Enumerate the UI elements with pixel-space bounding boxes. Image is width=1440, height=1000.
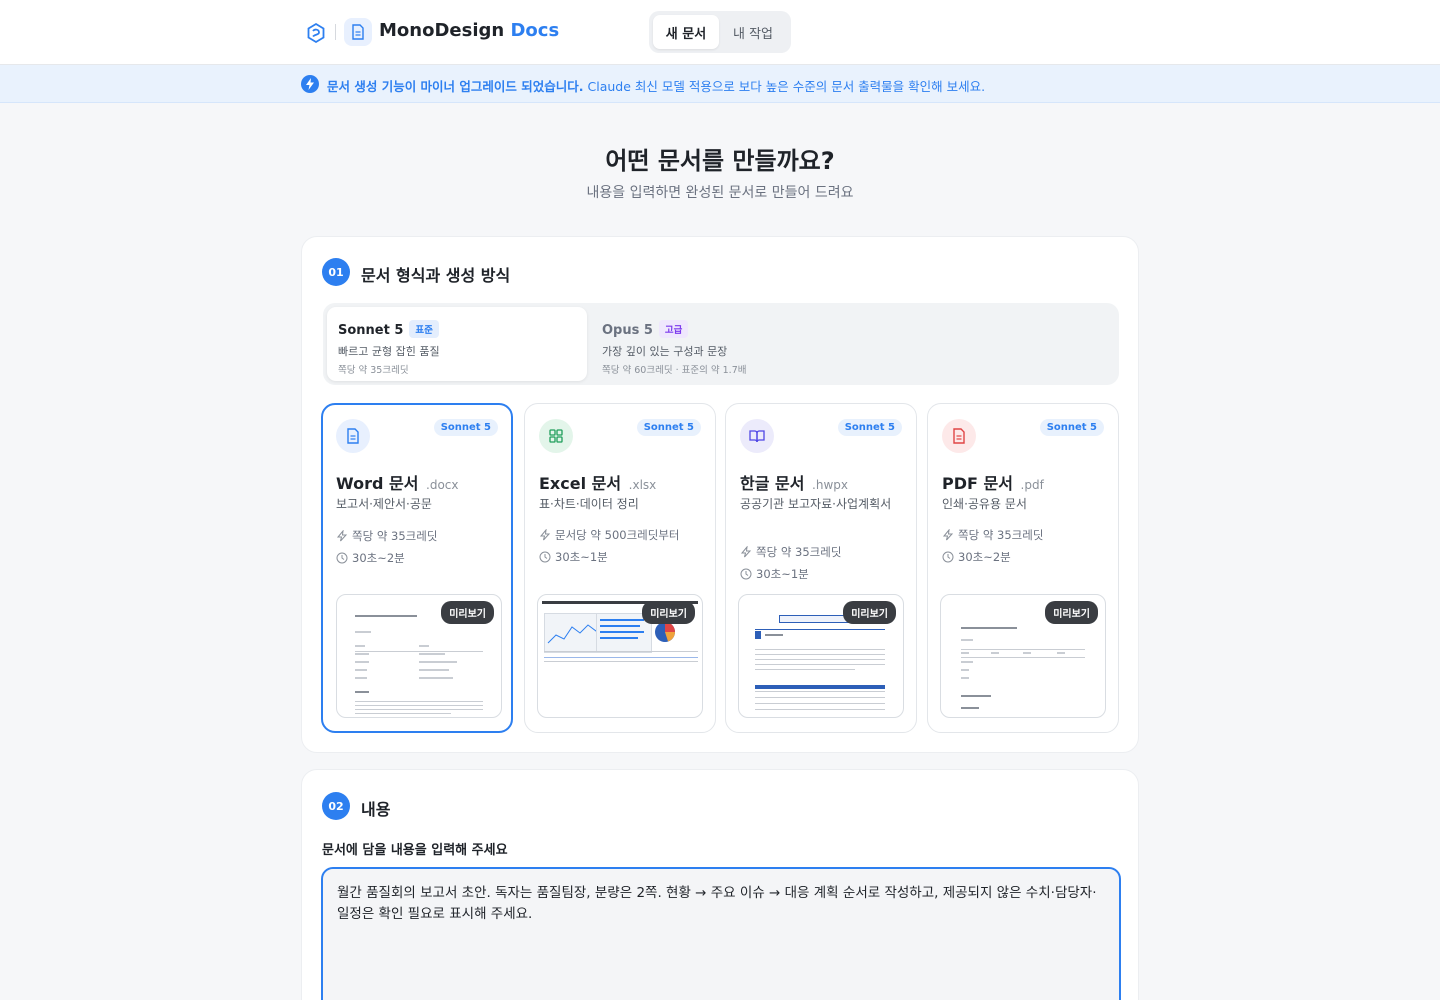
brand-divider — [335, 24, 336, 40]
format-title-text: Excel 문서 — [539, 474, 622, 493]
section-title: 문서 형식과 생성 방식 — [361, 266, 511, 285]
model-name: Sonnet 5 — [338, 323, 404, 338]
step-badge: 02 — [322, 792, 350, 820]
banner-text: 문서 생성 기능이 마이너 업그레이드 되었습니다. Claude 최신 모델 … — [327, 76, 985, 95]
preview-thumbnail[interactable]: 미리보기 — [738, 594, 904, 718]
model-credit: 쪽당 약 60크레딧 · 표준의 약 1.7배 — [602, 365, 747, 376]
credit-text: 쪽당 약 35크레딧 — [756, 545, 842, 559]
format-extension: .hwpx — [812, 478, 848, 492]
model-pill: Sonnet 5 — [1039, 419, 1104, 436]
model-desc: 빠르고 균형 잡힌 품질 — [338, 345, 440, 358]
format-desc: 공공기관 보고자료·사업계획서 — [740, 497, 892, 511]
credit-meta: 쪽당 약 35크레딧 — [336, 528, 437, 544]
format-desc: 인쇄·공유용 문서 — [942, 497, 1027, 511]
page-title: 어떤 문서를 만들까요? — [605, 147, 835, 175]
content-section: 02 내용 문서에 담을 내용을 입력해 주세요 월간 품질회의 보고서 초안.… — [301, 769, 1139, 1000]
tab-my-work[interactable]: 내 작업 — [719, 15, 787, 49]
preview-button[interactable]: 미리보기 — [1045, 601, 1098, 624]
credit-text: 문서당 약 500크레딧부터 — [555, 528, 680, 542]
credit-meta: 문서당 약 500크레딧부터 — [539, 527, 679, 543]
format-title-text: Word 문서 — [336, 474, 419, 493]
time-text: 30초~1분 — [756, 567, 809, 581]
book-icon — [740, 419, 774, 453]
model-option-opus[interactable]: Opus 5 고급 가장 깊이 있는 구성과 문장 쪽당 약 60크레딧 · 표준… — [591, 307, 1111, 381]
time-meta: 30초~2분 — [942, 549, 1011, 565]
brand-name-accent: Docs — [510, 20, 560, 41]
preview-button[interactable]: 미리보기 — [441, 601, 494, 624]
format-card-pdf[interactable]: Sonnet 5 PDF 문서 .pdf 인쇄·공유용 문서 쪽당 약 35크레… — [927, 403, 1119, 733]
model-credit: 쪽당 약 35크레딧 — [338, 365, 409, 376]
clock-icon — [740, 568, 752, 580]
model-pill: Sonnet 5 — [433, 419, 498, 436]
bolt-icon — [539, 529, 551, 541]
preview-thumbnail[interactable]: 미리보기 — [537, 594, 703, 718]
model-option-sonnet[interactable]: Sonnet 5 표준 빠르고 균형 잡힌 품질 쪽당 약 35크레딧 — [327, 307, 587, 381]
credit-meta: 쪽당 약 35크레딧 — [740, 544, 841, 560]
announcement-banner: 문서 생성 기능이 마이너 업그레이드 되었습니다. Claude 최신 모델 … — [0, 65, 1440, 103]
page-subtitle: 내용을 입력하면 완성된 문서로 만들어 드려요 — [586, 185, 854, 201]
format-extension: .pdf — [1020, 478, 1044, 492]
pdf-icon — [942, 419, 976, 453]
tab-new-document[interactable]: 새 문서 — [653, 15, 719, 49]
model-desc: 가장 깊이 있는 구성과 문장 — [602, 345, 728, 358]
document-icon — [344, 18, 372, 46]
credit-meta: 쪽당 약 35크레딧 — [942, 527, 1043, 543]
preview-thumbnail[interactable]: 미리보기 — [940, 594, 1106, 718]
format-desc: 표·차트·데이터 정리 — [539, 497, 639, 511]
content-field-label: 문서에 담을 내용을 입력해 주세요 — [322, 843, 508, 858]
model-pill: Sonnet 5 — [636, 419, 701, 436]
format-title: Excel 문서 .xlsx — [539, 470, 656, 494]
format-extension: .xlsx — [628, 478, 657, 492]
preview-button[interactable]: 미리보기 — [843, 601, 896, 624]
time-text: 30초~2분 — [958, 550, 1011, 564]
bolt-icon — [336, 530, 348, 542]
credit-text: 쪽당 약 35크레딧 — [352, 529, 438, 543]
time-meta: 30초~1분 — [539, 549, 608, 565]
format-desc: 보고서·제안서·공문 — [336, 497, 432, 511]
document-icon — [336, 419, 370, 453]
bolt-icon — [942, 529, 954, 541]
format-title-text: 한글 문서 — [740, 474, 805, 493]
brand-name[interactable]: MonoDesign Docs — [379, 20, 559, 41]
model-pill: Sonnet 5 — [837, 419, 902, 436]
format-title: PDF 문서 .pdf — [942, 470, 1044, 494]
brand-name-primary: MonoDesign — [379, 20, 505, 41]
clock-icon — [942, 551, 954, 563]
format-section: 01 문서 형식과 생성 방식 Sonnet 5 표준 빠르고 균형 잡힌 품질 … — [301, 236, 1139, 753]
preview-button[interactable]: 미리보기 — [642, 601, 695, 624]
banner-detail-text: Claude 최신 모델 적용으로 보다 높은 수준의 문서 출력물을 확인해 … — [583, 79, 986, 94]
time-text: 30초~1분 — [555, 550, 608, 564]
top-bar: MonoDesign Docs 새 문서 내 작업 — [0, 0, 1440, 65]
brand-logo-icon[interactable] — [305, 22, 327, 44]
time-meta: 30초~2분 — [336, 550, 405, 566]
content-textarea[interactable]: 월간 품질회의 보고서 초안. 독자는 품질팀장, 분량은 2쪽. 현황 → 주… — [321, 867, 1121, 1000]
tier-badge: 고급 — [658, 320, 689, 338]
format-title: 한글 문서 .hwpx — [740, 470, 848, 494]
time-meta: 30초~1분 — [740, 566, 809, 582]
format-card-word[interactable]: Sonnet 5 Word 문서 .docx 보고서·제안서·공문 쪽당 약 3… — [321, 403, 513, 733]
time-text: 30초~2분 — [352, 551, 405, 565]
step-badge: 01 — [322, 258, 350, 286]
nav-tabs: 새 문서 내 작업 — [649, 11, 791, 53]
format-title: Word 문서 .docx — [336, 470, 459, 494]
credit-text: 쪽당 약 35크레딧 — [958, 528, 1044, 542]
bolt-icon — [740, 546, 752, 558]
model-name: Opus 5 — [602, 323, 653, 338]
clock-icon — [336, 552, 348, 564]
clock-icon — [539, 551, 551, 563]
model-selector: Sonnet 5 표준 빠르고 균형 잡힌 품질 쪽당 약 35크레딧 Opus … — [323, 303, 1119, 385]
banner-bold-text: 문서 생성 기능이 마이너 업그레이드 되었습니다. — [327, 79, 584, 94]
format-title-text: PDF 문서 — [942, 474, 1013, 493]
format-card-excel[interactable]: Sonnet 5 Excel 문서 .xlsx 표·차트·데이터 정리 문서당 … — [524, 403, 716, 733]
tier-badge: 표준 — [409, 320, 439, 338]
bolt-icon — [301, 75, 319, 93]
grid-icon — [539, 419, 573, 453]
format-extension: .docx — [426, 478, 459, 492]
format-card-hwp[interactable]: Sonnet 5 한글 문서 .hwpx 공공기관 보고자료·사업계획서 쪽당 … — [725, 403, 917, 733]
section-title: 내용 — [361, 800, 391, 819]
preview-thumbnail[interactable]: 미리보기 — [336, 594, 502, 718]
